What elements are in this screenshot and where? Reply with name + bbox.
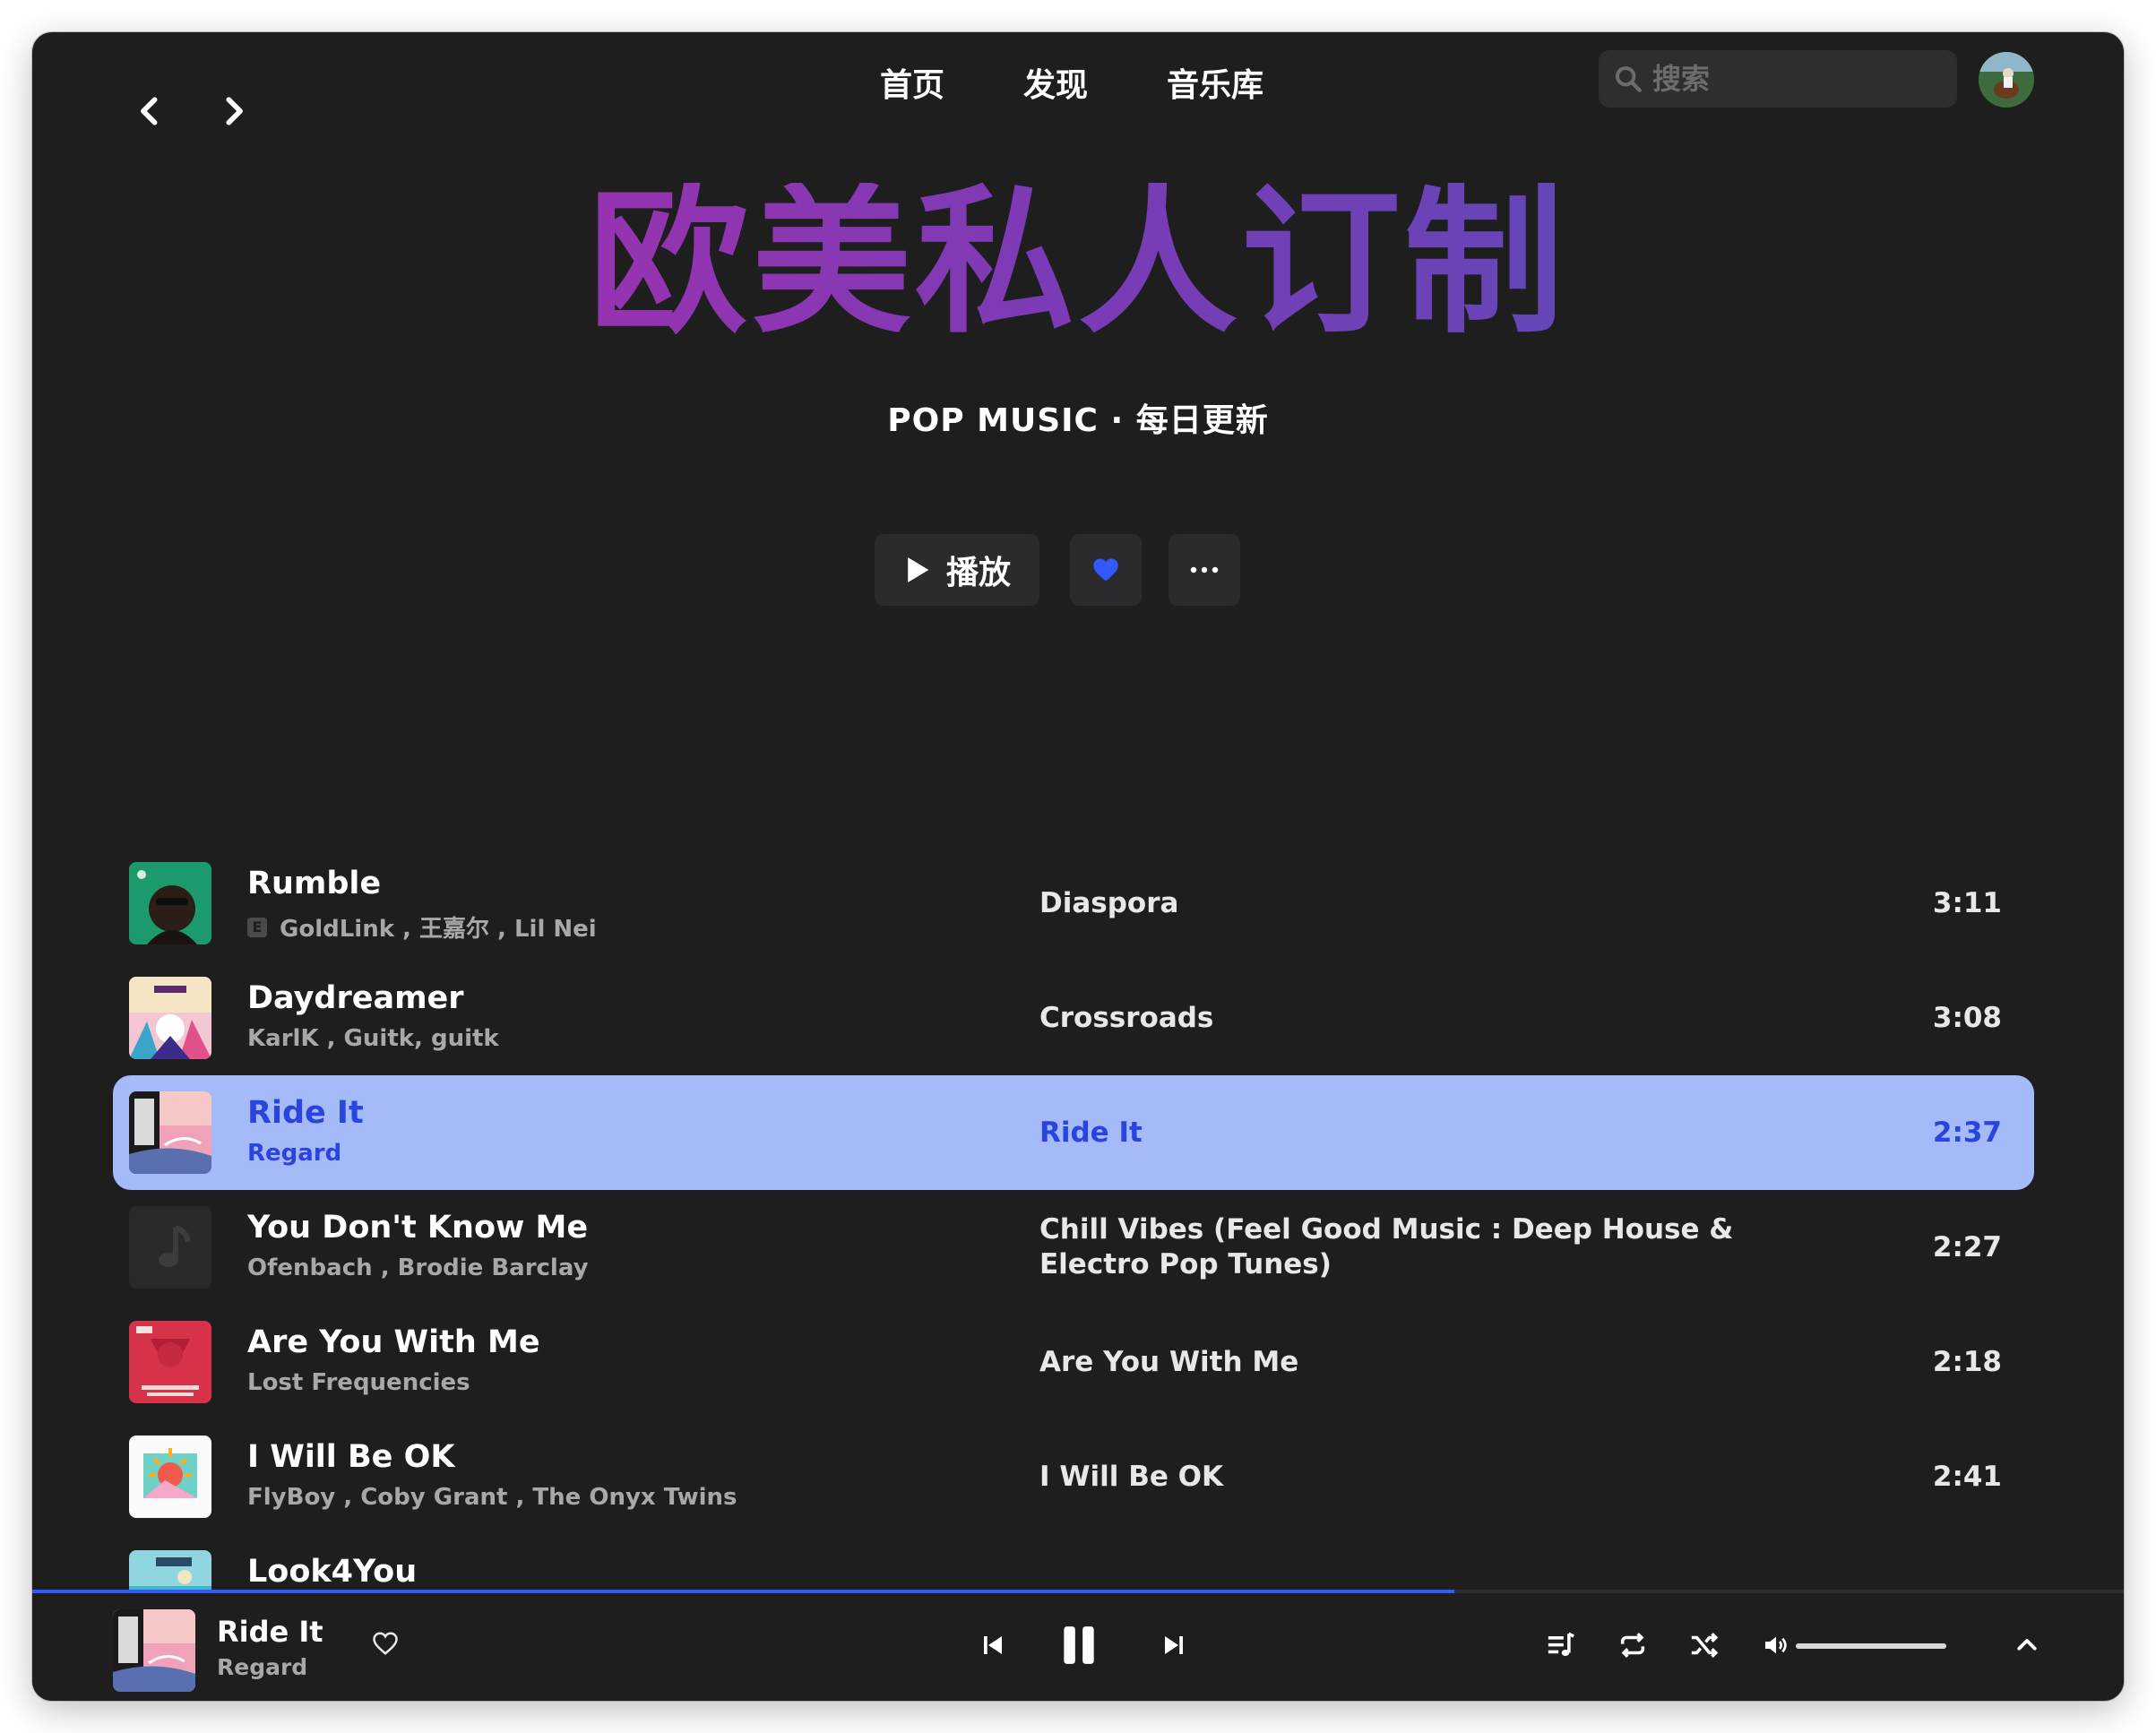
track-artist: E GoldLink , 王嘉尔 , Lil Nei (247, 910, 597, 944)
track-title: Daydreamer (247, 980, 464, 1016)
now-playing-artist[interactable]: Regard (217, 1654, 307, 1680)
skip-back-icon (984, 1636, 1002, 1654)
track-title: You Don't Know Me (247, 1210, 589, 1246)
explicit-badge: E (247, 917, 267, 937)
track-row[interactable]: You Don't Know Me Ofenbach , Brodie Barc… (113, 1190, 2034, 1305)
track-artist: Regard (247, 1140, 342, 1167)
tab-library[interactable]: 音乐库 (1167, 59, 1263, 106)
like-playlist-button[interactable] (1070, 534, 1142, 606)
more-options-button[interactable] (1169, 534, 1240, 606)
next-button[interactable] (1154, 1625, 1194, 1665)
now-playing-cover[interactable] (113, 1609, 195, 1692)
track-artist-label: GoldLink , 王嘉尔 , Lil Nei (280, 916, 597, 943)
track-title: I Will Be OK (247, 1439, 455, 1475)
heart-filled-icon (1093, 558, 1118, 582)
play-button[interactable]: 播放 (875, 534, 1039, 606)
app-window: 首页 发现 音乐库 欧美私人订制 POP MUSIC · 每日更新 播放 (32, 32, 2124, 1701)
avatar-image (1979, 52, 2034, 108)
search-box[interactable] (1599, 50, 1957, 108)
previous-button[interactable] (973, 1625, 1013, 1665)
tab-home[interactable]: 首页 (880, 59, 944, 106)
album-cover (129, 1436, 211, 1518)
track-title: Are You With Me (247, 1324, 540, 1360)
player-bar: Ride It Regard (32, 1590, 2124, 1701)
track-artist: KarlK , Guitk, guitk (247, 1025, 499, 1052)
like-track-button[interactable] (367, 1625, 403, 1661)
more-horizontal-icon (1190, 566, 1219, 573)
album-cover (129, 1321, 211, 1403)
now-playing-title[interactable]: Ride It (217, 1615, 323, 1649)
back-button[interactable] (127, 86, 172, 136)
heart-outline-icon (373, 1632, 398, 1655)
volume-icon (1765, 1636, 1787, 1654)
repeat-button[interactable] (1613, 1625, 1652, 1665)
shuffle-icon (1691, 1632, 1719, 1659)
album-cover (129, 977, 211, 1059)
track-row[interactable]: Rumble E GoldLink , 王嘉尔 , Lil Nei Diaspo… (113, 846, 2034, 961)
search-icon (1615, 65, 1642, 92)
search-input[interactable] (1652, 62, 1939, 96)
track-album[interactable]: Chill Vibes (Feel Good Music : Deep Hous… (1039, 1190, 1774, 1305)
track-album[interactable]: Are You With Me (1039, 1305, 1774, 1419)
track-row[interactable]: Daydreamer KarlK , Guitk, guitk Crossroa… (113, 961, 2034, 1075)
playlist-subtitle: POP MUSIC · 每日更新 (887, 402, 1269, 439)
progress-bar[interactable] (32, 1590, 2124, 1593)
playlist-title: 欧美私人订制 (32, 183, 2124, 342)
track-title: Rumble (247, 866, 382, 901)
volume-button[interactable] (1756, 1625, 1796, 1665)
tab-discover[interactable]: 发现 (1023, 59, 1088, 106)
track-duration: 3:11 (1932, 887, 2002, 919)
skip-forward-icon (1165, 1636, 1183, 1654)
track-album[interactable]: Diaspora (1039, 846, 1774, 961)
pause-button[interactable] (1048, 1615, 1109, 1676)
progress-fill (32, 1590, 1455, 1593)
play-button-label: 播放 (945, 555, 1011, 591)
track-row-playing[interactable]: Ride It Regard Ride It 2:37 (113, 1075, 2034, 1190)
volume-fill (1796, 1643, 1946, 1649)
track-duration: 2:41 (1932, 1461, 2002, 1493)
playlist-queue-icon (1548, 1632, 1574, 1657)
track-artist: FlyBoy , Coby Grant , The Onyx Twins (247, 1484, 737, 1511)
track-duration: 2:37 (1932, 1117, 2002, 1149)
volume-slider[interactable] (1796, 1643, 1946, 1649)
shuffle-button[interactable] (1685, 1625, 1724, 1665)
track-artist: Lost Frequencies (247, 1369, 470, 1396)
queue-button[interactable] (1541, 1625, 1581, 1665)
track-row[interactable]: I Will Be OK FlyBoy , Coby Grant , The O… (113, 1419, 2034, 1534)
chevron-right-icon (226, 97, 243, 125)
track-artist: Ofenbach , Brodie Barclay (247, 1254, 589, 1281)
album-cover-placeholder (129, 1206, 211, 1289)
track-duration: 2:27 (1932, 1231, 2002, 1263)
pause-icon (1064, 1626, 1094, 1664)
expand-player-button[interactable] (2007, 1625, 2047, 1665)
album-cover (129, 1091, 211, 1174)
track-album[interactable]: I Will Be OK (1039, 1419, 1774, 1534)
chevron-up-icon (2017, 1639, 2037, 1651)
track-title: Ride It (247, 1095, 364, 1131)
track-album[interactable]: Crossroads (1039, 961, 1774, 1075)
track-row[interactable]: Are You With Me Lost Frequencies Are You… (113, 1305, 2034, 1419)
avatar[interactable] (1979, 52, 2034, 108)
chevron-left-icon (141, 97, 158, 125)
track-title: Look4You (247, 1554, 418, 1590)
play-icon (908, 557, 929, 582)
forward-button[interactable] (211, 86, 256, 136)
track-album[interactable]: Ride It (1039, 1075, 1774, 1190)
album-cover (129, 862, 211, 944)
repeat-icon (1620, 1632, 1645, 1659)
track-duration: 3:08 (1932, 1002, 2002, 1034)
track-duration: 2:18 (1932, 1346, 2002, 1378)
